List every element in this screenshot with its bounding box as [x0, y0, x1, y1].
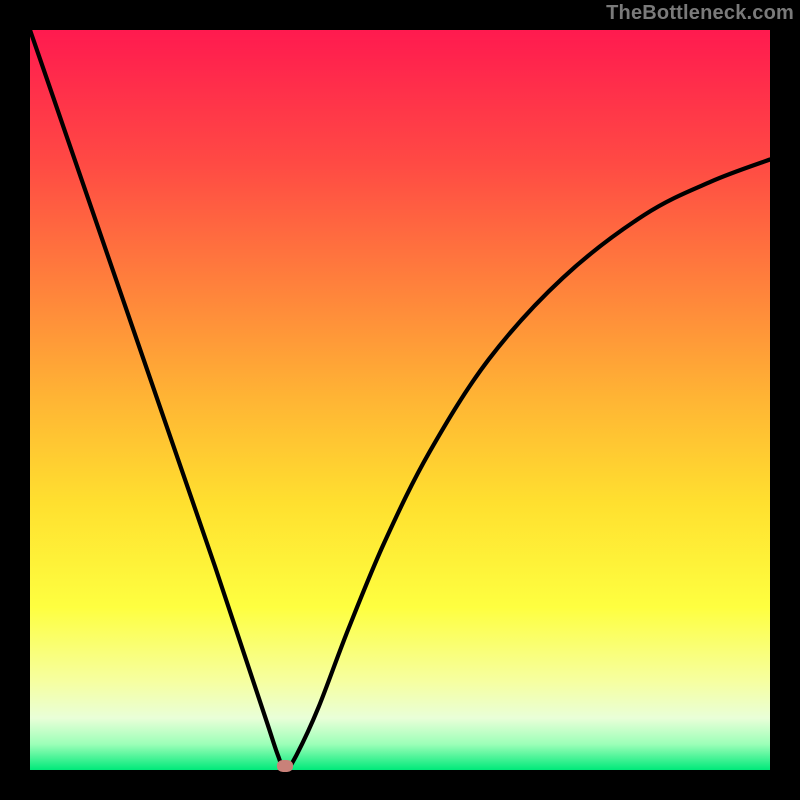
watermark-text: TheBottleneck.com	[606, 2, 794, 25]
bottleneck-curve	[30, 30, 770, 770]
plot-area	[30, 30, 770, 770]
optimal-point-marker	[277, 760, 293, 772]
chart-frame: TheBottleneck.com	[0, 0, 800, 800]
